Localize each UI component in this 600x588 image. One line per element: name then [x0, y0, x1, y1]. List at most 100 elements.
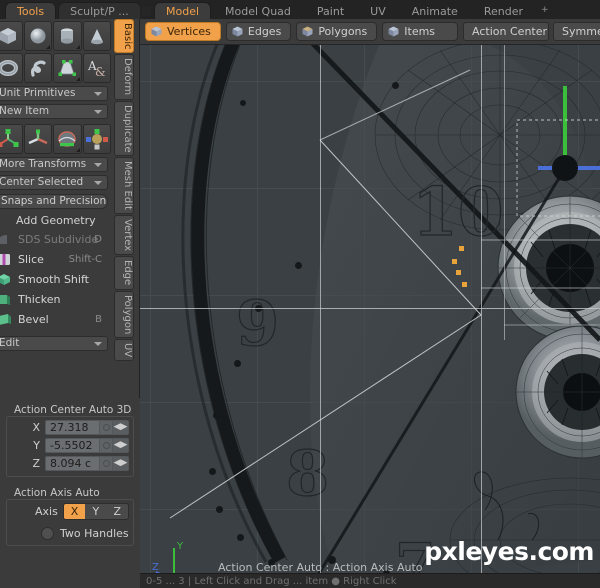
transform-tool-icon[interactable] [82, 124, 111, 154]
axis-option-x[interactable]: X [63, 504, 86, 519]
mode-label: Polygons [318, 25, 368, 38]
two-handles-checkbox[interactable] [41, 527, 54, 540]
field-row-x: X 27.318 ◀▶ [11, 419, 129, 435]
selected-vertex[interactable] [452, 259, 457, 264]
command-bevel[interactable]: Bevel B [0, 309, 108, 329]
rotate-tool-icon[interactable] [23, 124, 52, 154]
edit-dropdown-label: Edit [0, 337, 20, 349]
field-value-y[interactable]: -5.5502 [45, 437, 100, 453]
symmetry-dropdown[interactable]: Symmetry: Off [553, 22, 600, 41]
action-center-dropdown-label: Action Center [472, 25, 548, 38]
field-spinner-y[interactable]: ◀▶ [113, 437, 129, 453]
mode-button-vertices[interactable]: Vertices [145, 22, 221, 41]
vtab-polygon[interactable]: Polygon [114, 290, 134, 338]
command-slice[interactable]: Slice Shift-C [0, 249, 108, 269]
field-row-y: Y -5.5502 ◀▶ [11, 437, 129, 453]
tab-paint[interactable]: Paint [305, 2, 356, 19]
unit-primitives-label: Unit Primitives [0, 87, 76, 99]
more-transforms-dropdown[interactable]: More Transforms [0, 157, 108, 172]
vtab-edge[interactable]: Edge [114, 256, 134, 290]
scene-render[interactable]: 10 9 8 7 Y Z Action Center Auto: Action… [140, 40, 600, 588]
mode-button-polygons[interactable]: Polygons [296, 22, 378, 41]
vtab-basic[interactable]: Basic [114, 19, 134, 54]
scale-tool-icon[interactable] [53, 124, 82, 154]
edit-dropdown[interactable]: Edit [0, 336, 108, 351]
two-handles-label: Two Handles [60, 527, 129, 540]
snaps-and-precision-button[interactable]: Snaps and Precision [0, 194, 108, 209]
axis-option-y[interactable]: Y [85, 504, 107, 519]
tools-scroll-area: A & Unit Primitives New Item More Transf… [0, 19, 112, 394]
field-spinner-z[interactable]: ◀▶ [113, 455, 129, 471]
action-center-panel: Action Center Auto 3D X 27.318 ◀▶ Y -5.5… [0, 398, 140, 588]
field-knob-y[interactable] [100, 437, 113, 453]
new-item-label: New Item [0, 105, 50, 117]
cube-icon [301, 25, 314, 38]
tool-handles-overlay[interactable] [140, 40, 600, 588]
viewport-3d[interactable]: 10 9 8 7 Y Z Action Center Auto: Action… [140, 19, 600, 588]
cube-icon [231, 25, 244, 38]
vtab-deform[interactable]: Deform [114, 54, 134, 100]
tab-sculpt-paint[interactable]: Sculpt/P ... [58, 2, 141, 19]
command-thicken[interactable]: Thicken [0, 289, 108, 309]
field-label-x: X [32, 420, 40, 434]
cube-primitive-icon[interactable] [0, 21, 23, 51]
mode-button-edges[interactable]: Edges [225, 22, 292, 41]
selected-vertex[interactable] [456, 270, 461, 275]
tab-model-quad[interactable]: Model Quad [213, 2, 303, 19]
action-center-group: Action Center Auto 3D X 27.318 ◀▶ Y -5.5… [6, 404, 136, 477]
chevron-down-icon [94, 92, 102, 96]
command-label: SDS Subdivide [18, 232, 99, 246]
chevron-down-icon [94, 110, 102, 114]
chevron-down-icon [94, 163, 102, 167]
selected-vertex[interactable] [462, 282, 467, 287]
tab-animate[interactable]: Animate [400, 2, 470, 19]
unit-primitives-dropdown[interactable]: Unit Primitives [0, 86, 108, 101]
primitive-icon-row [0, 21, 112, 51]
torus-primitive-icon[interactable] [0, 53, 23, 83]
command-label: Smooth Shift [18, 272, 89, 286]
tab-tools[interactable]: Tools [5, 2, 57, 19]
tab-model[interactable]: Model [154, 2, 212, 19]
symmetry-dropdown-label: Symmetry: Off [562, 25, 600, 38]
move-tool-icon[interactable] [0, 124, 23, 154]
text-tool-icon[interactable]: A & [82, 53, 111, 83]
center-selected-dropdown[interactable]: Center Selected [0, 175, 108, 190]
field-label-y: Y [33, 438, 40, 452]
action-axis-group: Action Axis Auto Axis X Y Z Two Handles [6, 487, 134, 546]
action-center-dropdown[interactable]: Action Center [463, 22, 566, 41]
field-knob-x[interactable] [100, 419, 113, 435]
main-tab-add-button[interactable]: + [537, 2, 553, 19]
mode-button-items[interactable]: Items [382, 22, 459, 41]
vtab-mesh-edit[interactable]: Mesh Edit [114, 157, 134, 215]
command-sds-subdivide[interactable]: SDS Subdivide D [0, 229, 108, 249]
axis-selector-row: Axis X Y Z [11, 503, 129, 520]
smooth-shift-icon [0, 272, 13, 287]
tapered-poly-icon[interactable] [53, 53, 82, 83]
field-value-x[interactable]: 27.318 [45, 419, 100, 435]
selected-vertex[interactable] [459, 246, 464, 251]
tube-curve-icon[interactable] [23, 53, 52, 83]
two-handles-row[interactable]: Two Handles [41, 527, 129, 540]
command-smooth-shift[interactable]: Smooth Shift [0, 269, 108, 289]
field-knob-z[interactable] [100, 455, 113, 471]
cone-primitive-icon[interactable] [82, 21, 111, 51]
axis-option-z[interactable]: Z [106, 504, 128, 519]
field-value-z[interactable]: 8.094 c [45, 455, 100, 471]
vtab-duplicate[interactable]: Duplicate [114, 100, 134, 157]
axis-label: Axis [35, 505, 58, 518]
axis-segment-control: X Y Z [62, 503, 129, 520]
tab-uv[interactable]: UV [358, 2, 398, 19]
sphere-primitive-icon[interactable] [23, 21, 52, 51]
main-tab-strip: Model Model Quad Paint UV Animate Render… [140, 0, 600, 19]
cylinder-primitive-icon[interactable] [53, 21, 82, 51]
transform-icon-row [0, 124, 112, 154]
vtab-uv[interactable]: UV [114, 338, 134, 361]
watermark-text: pxleyes.com [424, 537, 594, 566]
command-label: Slice [18, 252, 44, 266]
new-item-dropdown[interactable]: New Item [0, 104, 108, 119]
mode-label: Edges [247, 25, 282, 38]
tab-render[interactable]: Render [472, 2, 535, 19]
field-spinner-x[interactable]: ◀▶ [113, 419, 129, 435]
vtab-vertex[interactable]: Vertex [114, 215, 134, 256]
bevel-icon [0, 312, 13, 327]
